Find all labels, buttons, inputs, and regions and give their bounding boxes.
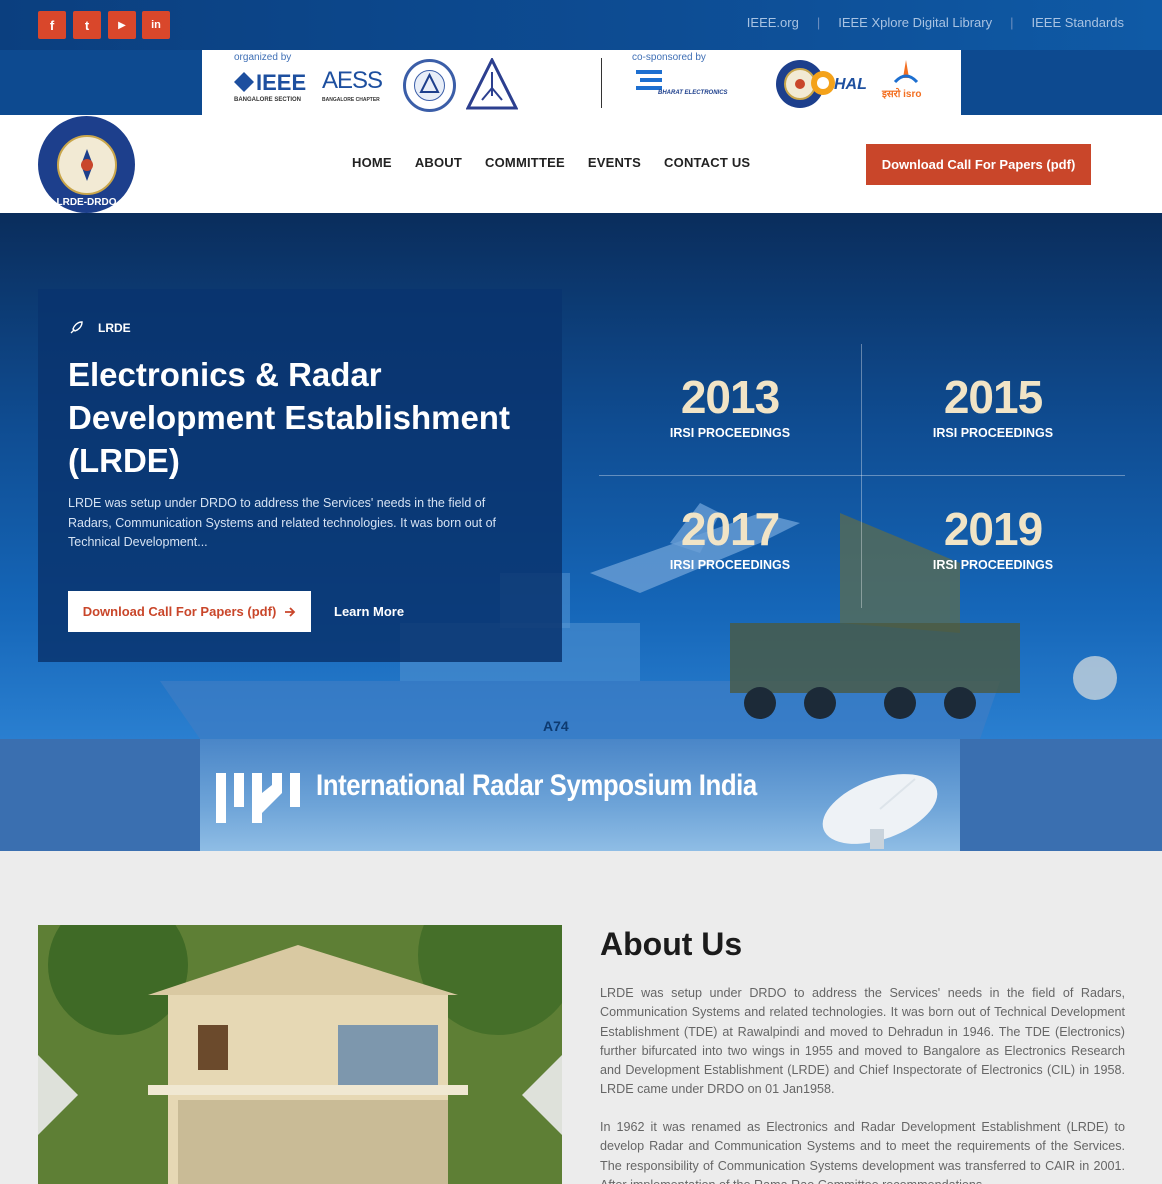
nav-events[interactable]: EVENTS <box>588 155 641 170</box>
proceedings-2015[interactable]: 2015 IRSI PROCEEDINGS <box>862 344 1124 476</box>
cosponsored-caption: co-sponsored by <box>632 52 706 63</box>
about-title: About Us <box>600 926 743 962</box>
nav-home[interactable]: HOME <box>352 155 392 170</box>
ship-number: A74 <box>543 718 569 734</box>
about-paragraph-1: LRDE was setup under DRDO to address the… <box>600 986 1125 1097</box>
download-cfp-button[interactable]: Download Call For Papers (pdf) <box>866 144 1091 185</box>
nav-committee[interactable]: COMMITTEE <box>485 155 565 170</box>
proceedings-2019[interactable]: 2019 IRSI PROCEEDINGS <box>862 476 1124 608</box>
stat-label: IRSI PROCEEDINGS <box>932 426 1054 440</box>
stat-year: 2015 <box>943 371 1043 423</box>
main-navbar: LRDE-DRDO HOME ABOUT COMMITTEE EVENTS CO… <box>0 115 1162 213</box>
hal-logo: HAL <box>834 76 867 93</box>
irsi-banner: International Radar Symposium India <box>0 739 1162 851</box>
about-paragraph-2: In 1962 it was renamed as Electronics an… <box>600 1120 1125 1184</box>
satellite-dish-icon <box>822 774 938 849</box>
drdo-emblem-icon <box>80 148 93 181</box>
ieee-diamond-icon <box>234 72 254 92</box>
stat-label: IRSI PROCEEDINGS <box>669 426 791 440</box>
separator: | <box>1010 15 1014 30</box>
stat-label: IRSI PROCEEDINGS <box>669 558 791 572</box>
arrow-right-icon <box>285 606 296 617</box>
rocket-icon <box>70 321 83 334</box>
learn-more-link[interactable]: Learn More <box>334 604 404 619</box>
hero-section: A74 LRDE Electronics & Radar Development… <box>0 213 1162 739</box>
proceedings-2013[interactable]: 2013 IRSI PROCEEDINGS <box>599 344 861 476</box>
top-links: IEEE.org | IEEE Xplore Digital Library |… <box>747 15 1124 30</box>
isro-logo: इसरो isro <box>882 89 922 100</box>
nav-about[interactable]: ABOUT <box>415 155 462 170</box>
top-bar: f t ▶ in IEEE.org | IEEE Xplore Digital … <box>0 0 1162 50</box>
stat-year: 2013 <box>680 371 780 423</box>
nav-menu: HOME ABOUT COMMITTEE EVENTS CONTACT US <box>352 155 750 170</box>
building-image <box>38 925 562 1184</box>
grid-divider <box>861 344 862 608</box>
logo-label: LRDE-DRDO <box>56 197 117 208</box>
linkedin-icon[interactable]: in <box>142 11 170 39</box>
link-ieee-org[interactable]: IEEE.org <box>747 15 799 30</box>
link-ieee-xplore[interactable]: IEEE Xplore Digital Library <box>838 15 992 30</box>
institution-seal-icon <box>403 59 456 112</box>
ieee-subtitle: BANGALORE SECTION <box>234 97 302 103</box>
facebook-icon[interactable]: f <box>38 11 66 39</box>
sponsor-divider <box>601 58 602 108</box>
bel-subtitle: BHARAT ELECTRONICS <box>658 90 728 96</box>
hero-download-button[interactable]: Download Call For Papers (pdf) <box>68 591 311 632</box>
triangle-logo-icon <box>466 58 518 110</box>
stat-year: 2017 <box>680 503 780 555</box>
hero-download-label: Download Call For Papers (pdf) <box>82 604 277 619</box>
hero-tag: LRDE <box>68 320 131 336</box>
ieee-logo: IEEE <box>256 70 307 95</box>
nav-contact-us[interactable]: CONTACT US <box>664 155 750 170</box>
sponsor-logos: organized by IEEE BANGALORE SECTION AESS… <box>202 50 961 115</box>
lrde-building-photo <box>38 925 562 1184</box>
irsi-logo-icon <box>216 773 300 823</box>
grid-divider <box>599 475 1125 476</box>
twitter-icon[interactable]: t <box>73 11 101 39</box>
hero-description: LRDE was setup under DRDO to address the… <box>68 496 496 549</box>
hero-card: LRDE Electronics & Radar Development Est… <box>38 289 562 662</box>
link-ieee-standards[interactable]: IEEE Standards <box>1032 15 1125 30</box>
stat-label: IRSI PROCEEDINGS <box>932 558 1054 572</box>
proceedings-2017[interactable]: 2017 IRSI PROCEEDINGS <box>599 476 861 608</box>
organized-caption: organized by <box>234 52 292 63</box>
banner-title: International Radar Symposium India <box>316 769 757 802</box>
aess-logo: AESS <box>322 67 383 94</box>
lrde-drdo-logo[interactable]: LRDE-DRDO <box>38 116 135 213</box>
stat-year: 2019 <box>943 503 1043 555</box>
hero-title: Electronics & Radar Development Establis… <box>68 356 510 479</box>
proceedings-grid: 2013 IRSI PROCEEDINGS 2015 IRSI PROCEEDI… <box>599 344 1125 608</box>
separator: | <box>816 15 821 30</box>
emblem-center-icon <box>56 134 117 195</box>
hero-tag-label: LRDE <box>98 321 131 335</box>
irsi-banner-image: International Radar Symposium India <box>200 739 960 851</box>
aess-subtitle: BANGALORE CHAPTER <box>322 97 380 103</box>
youtube-icon[interactable]: ▶ <box>108 11 136 39</box>
